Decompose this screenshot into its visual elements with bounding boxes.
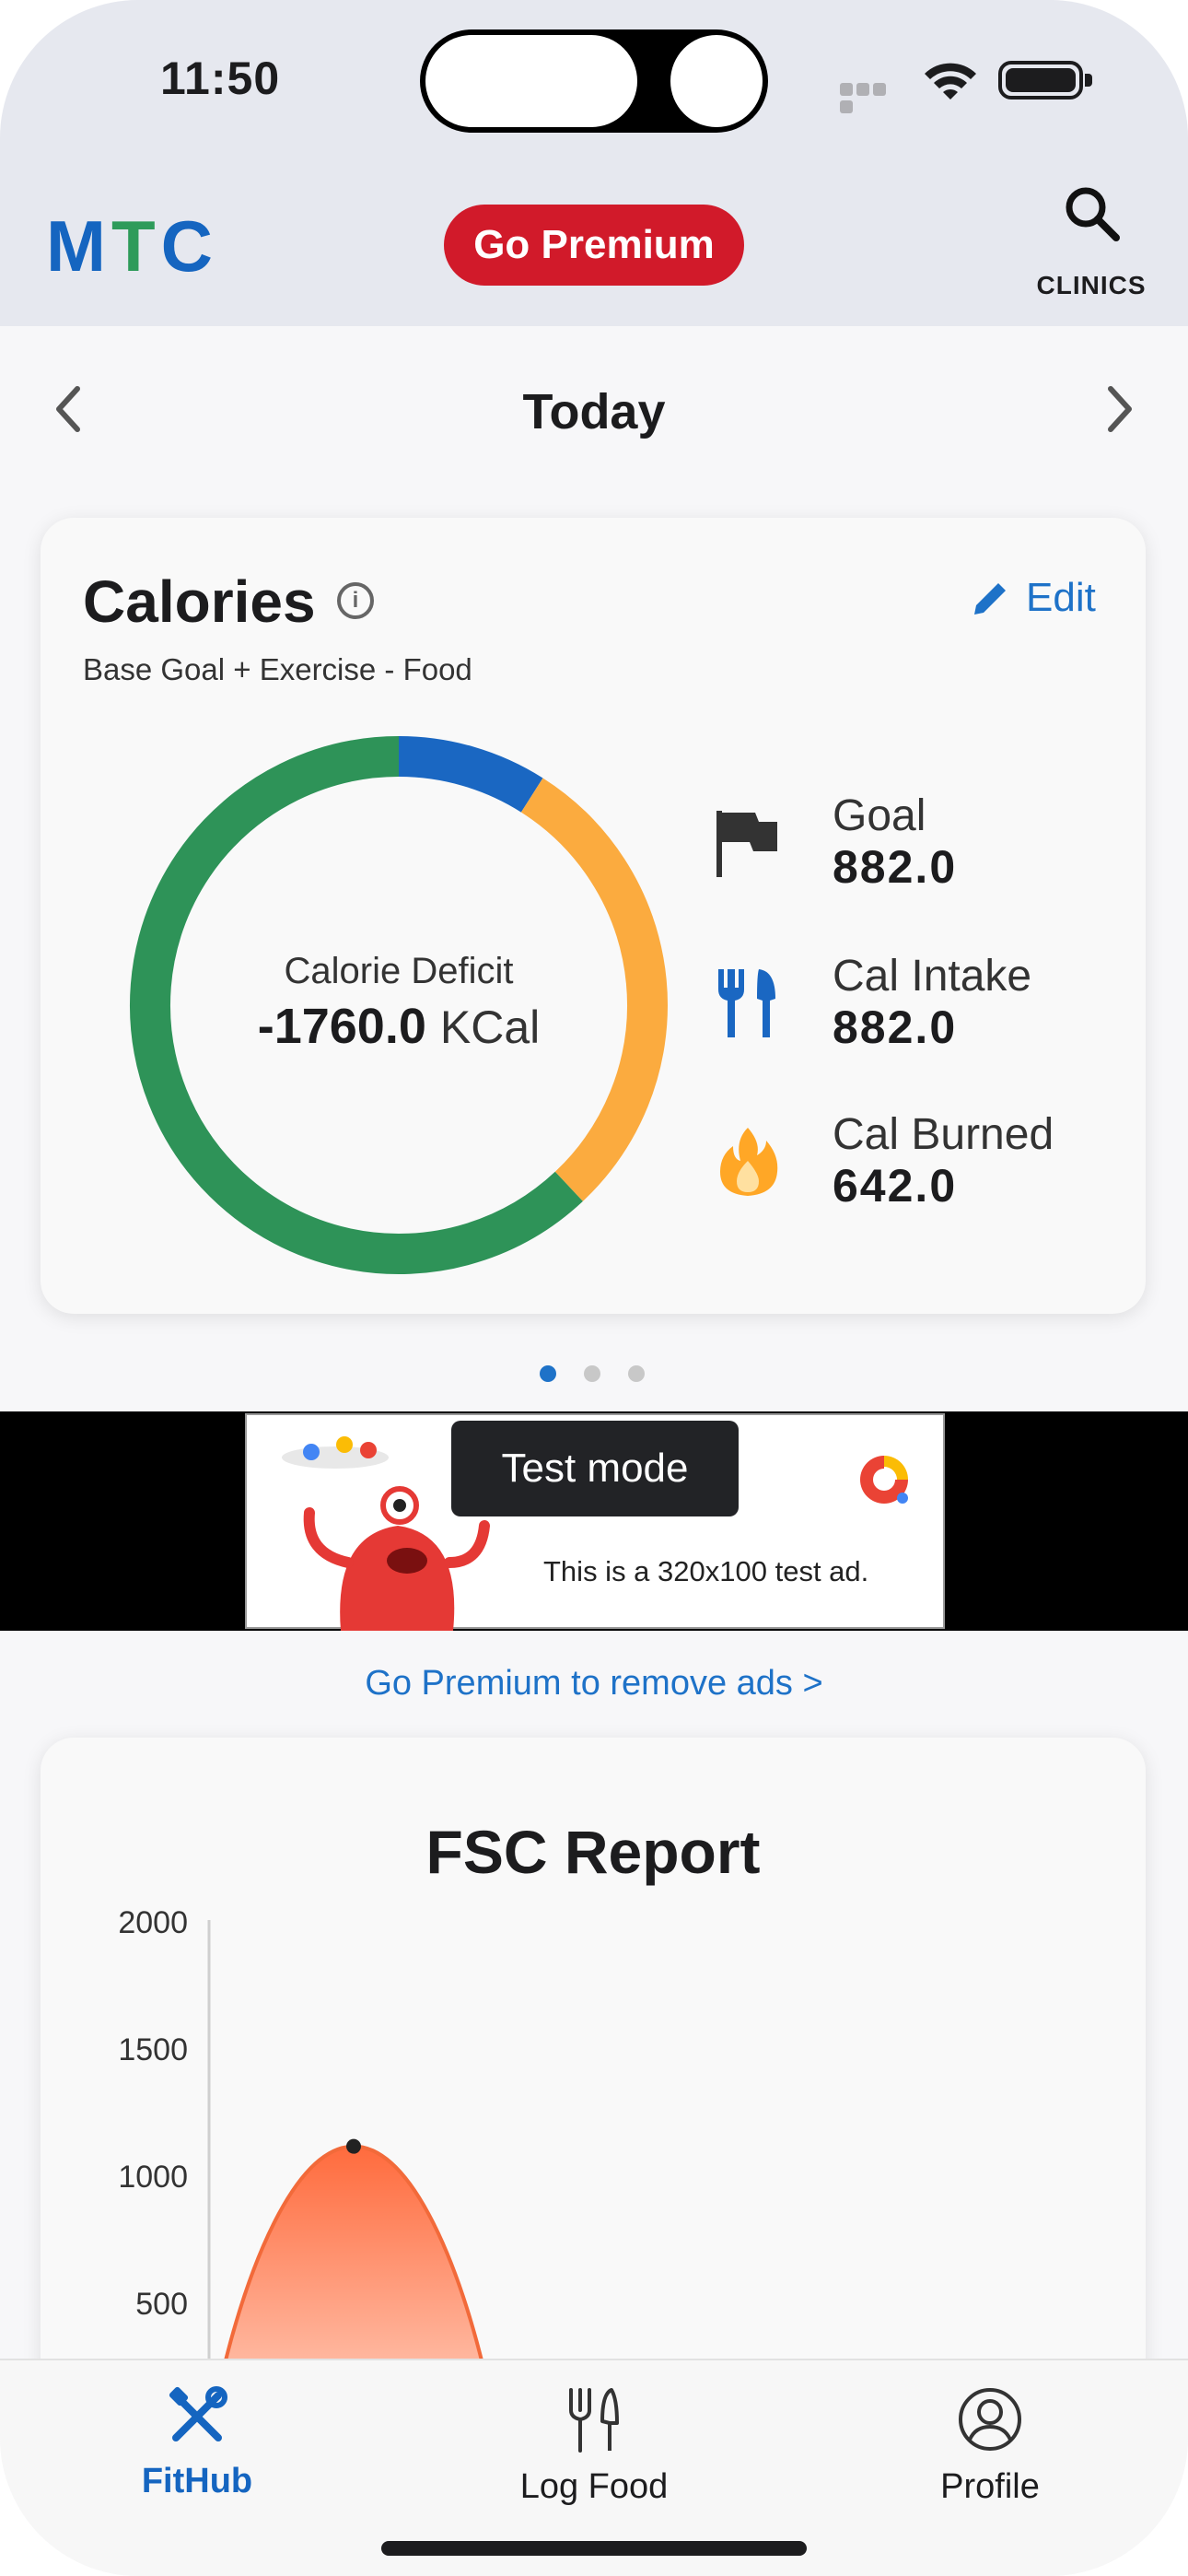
status-time: 11:50 (160, 53, 281, 104)
stat-value: 642.0 (833, 1160, 958, 1212)
wifi-icon (925, 63, 976, 100)
ring-segment-0 (398, 736, 543, 813)
stat-label: Goal (833, 791, 926, 840)
tab-label: Profile (940, 2467, 1040, 2506)
pencil-icon (974, 583, 1006, 615)
fsc-area (222, 2144, 485, 2364)
edit-label: Edit (1026, 575, 1096, 620)
tab-label: Log Food (519, 2467, 669, 2506)
clinics-search-button[interactable]: CLINICS (1031, 184, 1151, 304)
deficit-caption: Calorie Deficit (284, 951, 514, 991)
stat-label: Cal Intake (833, 952, 1032, 1001)
stat-value: 882.0 (833, 1001, 958, 1053)
utensils-icon (569, 2388, 619, 2453)
ad-text: This is a 320x100 test ad. (543, 1555, 869, 1587)
clinics-label: CLINICS (1036, 271, 1147, 299)
profile-icon (959, 2388, 1021, 2451)
deficit-unit: KCal (439, 1001, 541, 1053)
remove-ads-link[interactable]: Go Premium to remove ads > (0, 1664, 1188, 1704)
home-indicator (381, 2541, 807, 2556)
mtc-logo[interactable]: MTC (46, 205, 218, 288)
fsc-area-plot (207, 1920, 485, 2364)
page-dot[interactable] (628, 1365, 645, 1382)
stat-value: 882.0 (833, 841, 958, 893)
search-icon (1066, 187, 1120, 241)
stat-intake: Cal Intake 882.0 (713, 951, 1136, 1061)
app-screen: 11:50 MTC Go Premium CLINICS Today Calor… (0, 0, 1188, 2576)
calorie-deficit: Calorie Deficit -1760.0 KCal (129, 951, 669, 1055)
stat-goal: Goal 882.0 (713, 790, 1136, 901)
calories-subtitle: Base Goal + Exercise - Food (83, 652, 472, 686)
fsc-peak-point (346, 2138, 361, 2154)
fithub-tools-icon (169, 2386, 227, 2441)
admob-logo-icon (860, 1456, 908, 1504)
deficit-value: -1760.0 (257, 999, 426, 1054)
flame-icon (720, 1128, 778, 1196)
flag-icon (716, 811, 777, 877)
tab-label: FitHub (141, 2462, 253, 2500)
go-premium-button[interactable]: Go Premium (444, 205, 744, 286)
tab-profile[interactable]: Profile (852, 2386, 1128, 2534)
date-title: Today (522, 384, 666, 439)
test-mode-tooltip: Test mode (451, 1421, 739, 1516)
tab-fithub[interactable]: FitHub (59, 2386, 335, 2534)
battery-icon (998, 61, 1092, 100)
edit-button[interactable]: Edit (971, 575, 1096, 621)
page-indicator[interactable] (540, 1365, 650, 1384)
info-icon[interactable]: i (337, 582, 374, 619)
calories-card: Calories i Edit Base Goal + Exercise - F… (41, 518, 1146, 1314)
page-dot[interactable] (584, 1365, 600, 1382)
fsc-chart: 2000 1500 1000 500 (41, 1738, 1146, 2364)
dynamic-island (420, 29, 768, 133)
page-dot[interactable] (540, 1365, 556, 1382)
tab-log-food[interactable]: Log Food (456, 2386, 732, 2534)
stat-burned: Cal Burned 642.0 (713, 1109, 1136, 1220)
cellular-signal-icon (840, 83, 904, 113)
chevron-right-icon[interactable] (1101, 383, 1138, 435)
calories-title: Calories (83, 568, 316, 635)
fork-knife-icon (718, 969, 775, 1037)
date-navigator: Today (0, 363, 1188, 455)
stat-label: Cal Burned (833, 1110, 1054, 1159)
